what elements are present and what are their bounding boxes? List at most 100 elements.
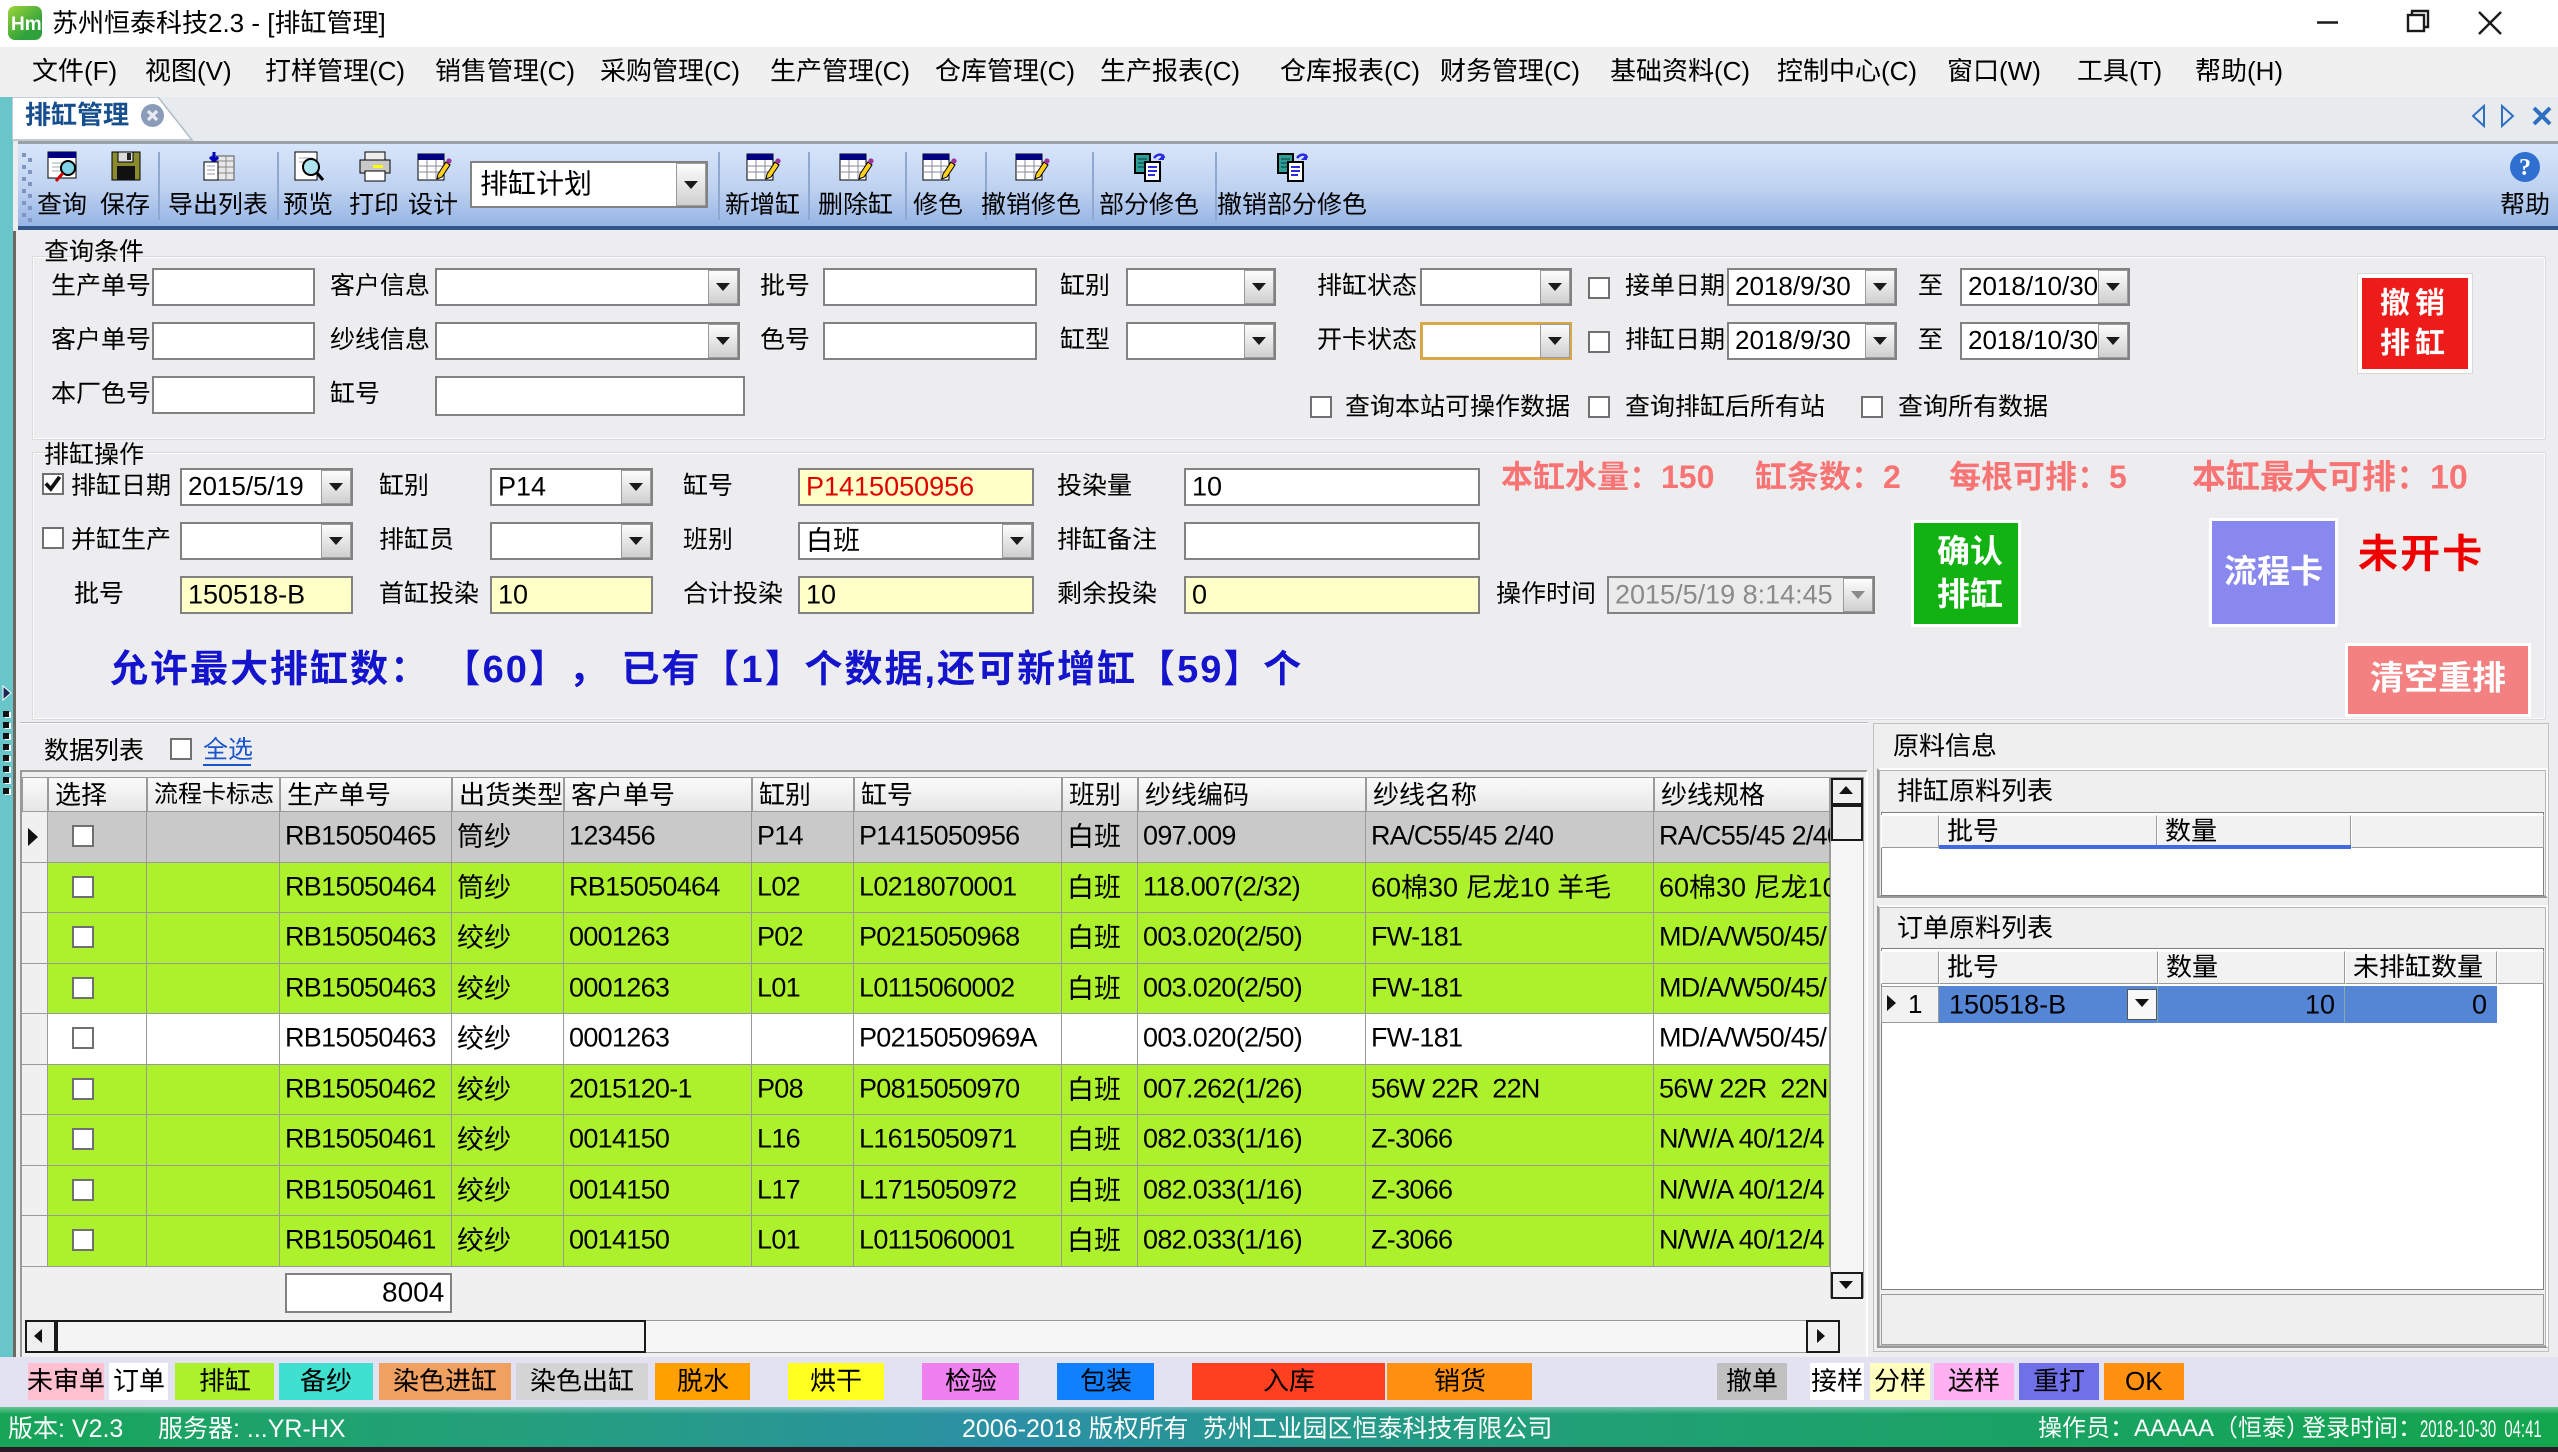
svg-text:L02: L02 [757, 871, 800, 901]
svg-text:0001263: 0001263 [569, 922, 669, 952]
svg-text:AAAAA: AAAAA [2134, 1415, 2214, 1442]
svg-text:(C): (C) [1544, 56, 1580, 86]
svg-text:2018/9/30: 2018/9/30 [1735, 325, 1851, 355]
svg-text:2015120-1: 2015120-1 [569, 1073, 692, 1103]
svg-text:?: ? [2519, 155, 2531, 181]
svg-text:L17: L17 [757, 1174, 800, 1204]
svg-text:L0218070001: L0218070001 [859, 871, 1016, 901]
svg-text:10: 10 [1192, 471, 1222, 501]
svg-text:RB15050465: RB15050465 [285, 821, 436, 851]
svg-text:60: 60 [1659, 872, 1689, 902]
svg-text:1: 1 [1908, 989, 1922, 1019]
svg-text:2006-2018: 2006-2018 [962, 1415, 1082, 1443]
svg-text:118.007(2/32): 118.007(2/32) [1143, 871, 1300, 901]
svg-text:P14: P14 [757, 821, 804, 851]
svg-text:10: 10 [498, 579, 528, 609]
svg-text:1: 1 [741, 649, 764, 691]
svg-text:P0815050970: P0815050970 [859, 1073, 1019, 1103]
svg-text:8004: 8004 [382, 1276, 444, 1307]
svg-text:(C): (C) [874, 56, 910, 86]
svg-text:(C): (C) [1384, 56, 1420, 86]
svg-text:P1415050956: P1415050956 [859, 821, 1019, 851]
svg-text:60: 60 [483, 649, 529, 691]
svg-text:Z-3066: Z-3066 [1371, 1174, 1452, 1204]
svg-text:097.009: 097.009 [1143, 821, 1236, 851]
svg-text:MD/A/W50/45/: MD/A/W50/45/ [1659, 1023, 1827, 1053]
svg-text:Hm: Hm [11, 14, 42, 35]
svg-text:30: 30 [1716, 872, 1746, 902]
svg-text:007.262(1/26): 007.262(1/26) [1143, 1073, 1302, 1103]
svg-text:L1615050971: L1615050971 [859, 1124, 1016, 1154]
svg-text:FW-181: FW-181 [1371, 972, 1462, 1002]
svg-text:(C): (C) [704, 56, 740, 86]
svg-text:0014150: 0014150 [569, 1174, 669, 1204]
svg-text:N/W/A 40/12/4: N/W/A 40/12/4 [1659, 1225, 1825, 1255]
svg-text:10: 10 [2305, 990, 2335, 1020]
svg-text:P0215050968: P0215050968 [859, 922, 1019, 952]
svg-text:(C): (C) [539, 56, 575, 86]
svg-text:RA/C55/45 2/40: RA/C55/45 2/40 [1371, 821, 1553, 851]
svg-text:123456: 123456 [569, 821, 655, 851]
svg-text:,: , [925, 649, 938, 691]
svg-text:56W 22R 22N: 56W 22R 22N [1371, 1073, 1540, 1103]
svg-text:10: 10 [2430, 459, 2468, 497]
svg-text:Z-3066: Z-3066 [1371, 1225, 1452, 1255]
svg-text:L01: L01 [757, 972, 800, 1002]
svg-text:0001263: 0001263 [569, 1023, 669, 1053]
svg-text:30: 30 [1428, 872, 1458, 902]
svg-text:P08: P08 [757, 1073, 803, 1103]
svg-text:FW-181: FW-181 [1371, 1023, 1462, 1053]
svg-text:RB15050461: RB15050461 [285, 1124, 436, 1154]
svg-text:L0115060001: L0115060001 [859, 1225, 1014, 1255]
svg-text:2: 2 [1883, 459, 1901, 495]
svg-text:10: 10 [1520, 872, 1550, 902]
svg-text:082.033(1/16): 082.033(1/16) [1143, 1174, 1302, 1204]
svg-text:L16: L16 [757, 1124, 800, 1154]
svg-text:P0215050969A: P0215050969A [859, 1023, 1037, 1053]
svg-text:2018/9/30: 2018/9/30 [1735, 271, 1851, 301]
svg-text:P1415050956: P1415050956 [806, 471, 974, 501]
svg-text:0: 0 [1192, 579, 1207, 609]
svg-text:(V): (V) [197, 56, 232, 86]
svg-text:150: 150 [1661, 459, 1714, 495]
svg-text:(C): (C) [1881, 56, 1917, 86]
svg-text:L01: L01 [757, 1225, 800, 1255]
svg-text:(C): (C) [1714, 56, 1750, 86]
svg-text:003.020(2/50): 003.020(2/50) [1143, 922, 1302, 952]
svg-text:P14: P14 [498, 471, 546, 501]
svg-text:FW-181: FW-181 [1371, 922, 1462, 952]
svg-text:]: ] [379, 8, 386, 38]
svg-text:(C): (C) [1204, 56, 1240, 86]
svg-text:RB15050461: RB15050461 [285, 1225, 436, 1255]
svg-text:2018/10/30: 2018/10/30 [1968, 271, 2098, 301]
svg-text:60: 60 [1371, 872, 1401, 902]
svg-text:2015/5/19 8:14:45: 2015/5/19 8:14:45 [1615, 579, 1833, 609]
svg-text:(T): (T) [2129, 56, 2162, 86]
svg-text:N/W/A 40/12/4: N/W/A 40/12/4 [1659, 1124, 1825, 1154]
svg-text:N/W/A 40/12/4: N/W/A 40/12/4 [1659, 1174, 1825, 1204]
svg-text:: V2.3: : V2.3 [58, 1415, 123, 1443]
svg-text:0014150: 0014150 [569, 1225, 669, 1255]
svg-text:RB15050463: RB15050463 [285, 922, 436, 952]
svg-text:RB15050463: RB15050463 [285, 1023, 436, 1053]
svg-text:0001263: 0001263 [569, 972, 669, 1002]
svg-text:2.3 - [: 2.3 - [ [208, 8, 275, 38]
svg-text:003.020(2/50): 003.020(2/50) [1143, 972, 1302, 1002]
svg-text:2018/10/30: 2018/10/30 [1968, 325, 2098, 355]
svg-text:(H): (H) [2247, 56, 2283, 86]
svg-text:(F): (F) [84, 56, 117, 86]
svg-text:P02: P02 [757, 922, 803, 952]
svg-text:(C): (C) [1039, 56, 1075, 86]
svg-text:56W 22R 22N: 56W 22R 22N [1659, 1073, 1828, 1103]
svg-text:0: 0 [2472, 990, 2487, 1020]
svg-text:: ...YR-HX: : ...YR-HX [233, 1415, 346, 1443]
svg-text:OK: OK [2125, 1366, 2163, 1396]
svg-text:L1715050972: L1715050972 [859, 1174, 1016, 1204]
svg-text:(W): (W) [1999, 56, 2041, 86]
svg-text:RB15050462: RB15050462 [285, 1073, 436, 1103]
svg-text:MD/A/W50/45/: MD/A/W50/45/ [1659, 972, 1827, 1002]
svg-text:RB15050464: RB15050464 [285, 871, 436, 901]
svg-text:RB15050464: RB15050464 [569, 871, 720, 901]
svg-text:MD/A/W50/45/: MD/A/W50/45/ [1659, 922, 1827, 952]
svg-text:0014150: 0014150 [569, 1124, 669, 1154]
